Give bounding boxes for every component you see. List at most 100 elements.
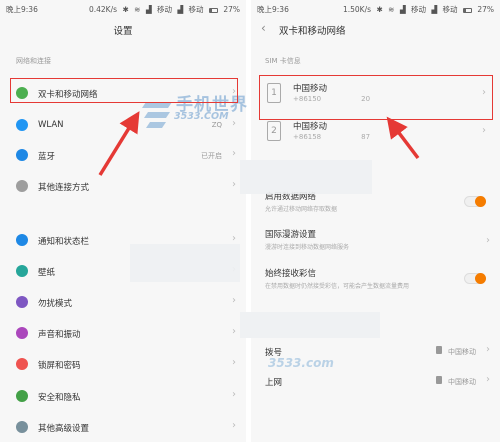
- settings-screen: 晚上9:36 0.42K/s ✱ ≋ ▟ 移动 ▟ 移动 27% 设置 网络和连…: [0, 0, 246, 442]
- settings-row[interactable]: 锁屏和密码 ›: [0, 349, 246, 379]
- setting-title: 国际漫游设置: [265, 230, 317, 240]
- chevron-right-icon: ›: [232, 389, 236, 400]
- bluetooth-status-icon: ✱: [376, 5, 383, 14]
- sim-number: +86158 87: [293, 133, 370, 141]
- signal-icon: ▟: [145, 5, 152, 14]
- carrier-1: 移动: [156, 5, 172, 14]
- battery-level: 27%: [477, 5, 494, 14]
- toggle-knob: [475, 196, 486, 207]
- toggle-switch[interactable]: [464, 273, 486, 284]
- default-sim-value: 中国移动: [448, 348, 476, 356]
- toggle-switch[interactable]: [464, 196, 486, 207]
- wifi-status-icon: ≋: [388, 5, 395, 14]
- network-speed: 0.42K/s: [88, 5, 118, 14]
- settings-row[interactable]: 声音和振动 ›: [0, 318, 246, 348]
- settings-row[interactable]: 安全和隐私 ›: [0, 381, 246, 411]
- shield-icon: [16, 390, 28, 402]
- settings-row-label: 其他高级设置: [38, 424, 90, 434]
- watermark-domain: 3533.COM: [174, 111, 229, 122]
- settings-row-label: 安全和隐私: [38, 393, 81, 403]
- link-icon: [16, 180, 28, 192]
- settings-row[interactable]: 蓝牙 已开启 ›: [0, 140, 246, 170]
- sound-icon: [16, 327, 28, 339]
- page-title: 双卡和移动网络: [279, 26, 346, 37]
- setting-description: 在禁用数据时仍然接受彩信，可能会产生数据流量费用: [265, 283, 410, 290]
- battery-icon: [208, 7, 218, 13]
- settings-row-label: 壁纸: [38, 268, 56, 278]
- default-sim-row[interactable]: 上网 中国移动 ›: [251, 366, 500, 396]
- chevron-right-icon: ›: [486, 344, 490, 355]
- section-header-sim: SIM 卡信息: [265, 57, 301, 65]
- carrier-1: 移动: [410, 5, 426, 14]
- chevron-right-icon: ›: [486, 374, 490, 385]
- chevron-right-icon: ›: [232, 295, 236, 306]
- bluetooth-status-icon: ✱: [122, 5, 129, 14]
- settings-row-label: 蓝牙: [38, 152, 56, 162]
- settings-row-value: ZQ: [211, 121, 222, 129]
- status-bar: 晚上9:36 0.42K/s ✱ ≋ ▟ 移动 ▟ 移动 27%: [0, 0, 246, 16]
- dual-sim-screen: 晚上9:36 1.50K/s ✱ ≋ ▟ 移动 ▟ 移动 27% ‹ 双卡和移动…: [251, 0, 500, 442]
- signal-icon: ▟: [431, 5, 438, 14]
- bluetooth-icon: [16, 149, 28, 161]
- notification-icon: [16, 234, 28, 246]
- wallpaper-icon: [16, 265, 28, 277]
- settings-row-label: 锁屏和密码: [38, 361, 81, 371]
- back-arrow-icon[interactable]: ‹: [261, 21, 266, 35]
- watermark-domain-2: 3533.com: [268, 356, 334, 370]
- privacy-blur: [240, 160, 372, 194]
- lock-icon: [16, 358, 28, 370]
- settings-row[interactable]: 勿扰模式 ›: [0, 287, 246, 317]
- setting-title: 始终接收彩信: [265, 269, 317, 279]
- chevron-right-icon: ›: [232, 326, 236, 337]
- highlight-box-left: [10, 78, 238, 103]
- chevron-right-icon: ›: [232, 118, 236, 129]
- carrier-2: 移动: [188, 5, 204, 14]
- status-bar: 晚上9:36 1.50K/s ✱ ≋ ▟ 移动 ▟ 移动 27%: [251, 0, 500, 16]
- wifi-icon: [16, 119, 28, 131]
- section-header-network: 网络和连接: [16, 57, 51, 65]
- title-bar: ‹ 双卡和移动网络: [251, 16, 500, 42]
- status-time: 晚上9:36: [257, 5, 289, 14]
- chevron-right-icon: ›: [232, 148, 236, 159]
- settings-row[interactable]: 其他高级设置 ›: [0, 412, 246, 442]
- sim-card-icon: [436, 376, 442, 384]
- default-sim-value: 中国移动: [448, 378, 476, 386]
- carrier-2: 移动: [442, 5, 458, 14]
- setting-description: 漫游时连接到移动数据网络服务: [265, 244, 350, 251]
- highlight-box-right: [259, 75, 493, 120]
- network-speed: 1.50K/s: [342, 5, 372, 14]
- more-icon: [16, 421, 28, 433]
- network-setting-row[interactable]: 国际漫游设置漫游时连接到移动数据网络服务 ›: [251, 225, 500, 259]
- chevron-right-icon: ›: [232, 420, 236, 431]
- setting-description: 允许通过移动网络存取数据: [265, 206, 338, 213]
- signal-icon: ▟: [399, 5, 406, 14]
- status-indicators: 0.42K/s ✱ ≋ ▟ 移动 ▟ 移动 27%: [86, 4, 240, 15]
- sim-number-tail: 87: [361, 133, 371, 141]
- status-time: 晚上9:36: [6, 5, 38, 14]
- battery-icon: [462, 7, 472, 13]
- sim-card-icon: [436, 346, 442, 354]
- settings-row-label: 勿扰模式: [38, 299, 73, 309]
- settings-row-label: 声音和振动: [38, 330, 81, 340]
- network-setting-row[interactable]: 始终接收彩信在禁用数据时仍然接受彩信，可能会产生数据流量费用: [251, 264, 500, 298]
- chevron-right-icon: ›: [232, 233, 236, 244]
- privacy-blur: [240, 312, 380, 338]
- settings-row-value: 已开启: [201, 152, 222, 160]
- title-bar: 设置: [0, 16, 246, 42]
- sim-number-prefix: +86158: [293, 133, 322, 141]
- privacy-blur: [130, 244, 240, 282]
- status-indicators: 1.50K/s ✱ ≋ ▟ 移动 ▟ 移动 27%: [340, 4, 494, 15]
- wifi-status-icon: ≋: [134, 5, 141, 14]
- signal-icon: ▟: [177, 5, 184, 14]
- page-title: 设置: [113, 26, 133, 37]
- default-sim-title: 上网: [265, 378, 283, 388]
- toggle-knob: [475, 273, 486, 284]
- settings-row-label: WLAN: [38, 120, 64, 130]
- sim-card-row[interactable]: 2 中国移动 +86158 87 ›: [263, 116, 488, 150]
- settings-row[interactable]: 其他连接方式 ›: [0, 171, 246, 201]
- chevron-right-icon: ›: [232, 179, 236, 190]
- sim-carrier: 中国移动: [293, 122, 328, 132]
- chevron-right-icon: ›: [232, 357, 236, 368]
- battery-level: 27%: [223, 5, 240, 14]
- chevron-right-icon: ›: [486, 235, 490, 246]
